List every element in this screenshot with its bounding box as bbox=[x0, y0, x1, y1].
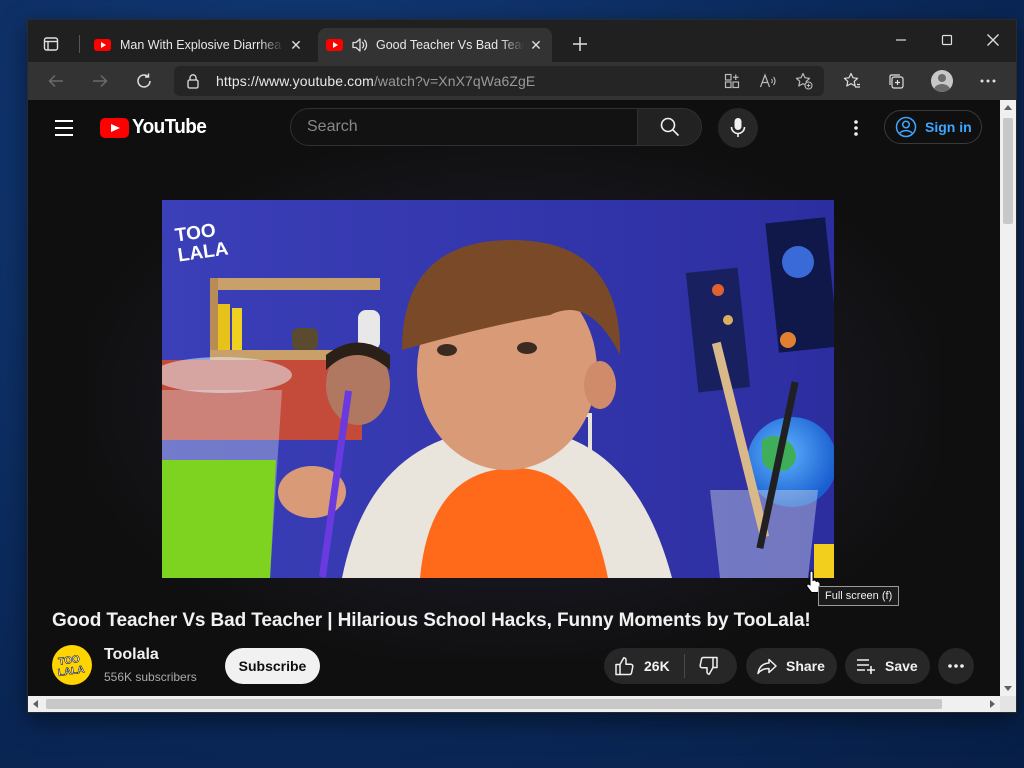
user-circle-icon bbox=[895, 116, 917, 138]
maximize-button[interactable] bbox=[924, 20, 970, 60]
scroll-right-icon[interactable] bbox=[990, 700, 995, 708]
video-frame: TOO LALA bbox=[162, 200, 834, 578]
app-available-icon[interactable] bbox=[721, 70, 743, 92]
like-dislike-group: 26K bbox=[604, 648, 737, 684]
channel-name[interactable]: Toolala bbox=[104, 646, 159, 664]
settings-menu-icon[interactable] bbox=[974, 67, 1002, 95]
back-button[interactable] bbox=[42, 67, 70, 95]
url-text[interactable]: https://www.youtube.com/watch?v=XnX7qWa6… bbox=[216, 73, 535, 89]
youtube-logo[interactable]: YouTube bbox=[100, 116, 207, 139]
tab-good-teacher[interactable]: Good Teacher Vs Bad Teacher ✕ bbox=[318, 28, 552, 62]
svg-text:LALA: LALA bbox=[57, 664, 85, 679]
search-icon bbox=[660, 117, 679, 137]
more-actions-button[interactable] bbox=[938, 648, 974, 684]
tab-title: Good Teacher Vs Bad Teacher bbox=[376, 38, 524, 52]
like-count: 26K bbox=[644, 658, 670, 674]
playlist-add-icon bbox=[857, 659, 875, 674]
page-viewport: YouTube Sign in bbox=[28, 100, 1000, 696]
youtube-icon bbox=[94, 39, 111, 51]
scrollbar-corner bbox=[1000, 696, 1016, 712]
sign-in-button[interactable]: Sign in bbox=[884, 110, 982, 144]
share-label: Share bbox=[786, 658, 825, 674]
youtube-icon bbox=[326, 39, 343, 51]
lock-icon[interactable] bbox=[186, 73, 200, 94]
share-icon bbox=[757, 658, 777, 675]
channel-avatar[interactable]: TOO LALA bbox=[52, 645, 92, 685]
microphone-icon bbox=[730, 118, 746, 137]
dislike-button[interactable] bbox=[697, 655, 719, 677]
like-separator bbox=[683, 654, 685, 678]
fullscreen-tooltip: Full screen (f) bbox=[818, 586, 900, 606]
thumbs-down-icon bbox=[699, 656, 718, 675]
subscribe-button[interactable]: Subscribe bbox=[225, 648, 320, 684]
menu-icon[interactable] bbox=[52, 116, 76, 140]
vertical-scrollbar[interactable] bbox=[1000, 100, 1016, 696]
search-box[interactable] bbox=[290, 108, 638, 146]
settings-kebab-icon[interactable] bbox=[844, 116, 868, 140]
speaker-icon[interactable] bbox=[351, 37, 369, 53]
add-favorite-icon[interactable] bbox=[793, 70, 815, 92]
tab-actions-icon[interactable] bbox=[38, 31, 64, 57]
youtube-logo-icon bbox=[100, 118, 129, 138]
video-title: Good Teacher Vs Bad Teacher | Hilarious … bbox=[52, 610, 811, 631]
save-label: Save bbox=[885, 658, 918, 674]
scroll-thumb[interactable] bbox=[46, 699, 942, 709]
tab-man-with-explosive[interactable]: Man With Explosive Diarrhea Mauls ✕ bbox=[86, 28, 312, 62]
tab-separator bbox=[79, 35, 80, 53]
save-button[interactable]: Save bbox=[845, 648, 930, 684]
new-tab-button[interactable] bbox=[568, 32, 592, 56]
refresh-button[interactable] bbox=[130, 67, 158, 95]
close-tab-icon[interactable]: ✕ bbox=[524, 33, 548, 57]
avatar bbox=[931, 70, 953, 92]
browser-toolbar: https://www.youtube.com/watch?v=XnX7qWa6… bbox=[28, 62, 1016, 100]
horizontal-scrollbar[interactable] bbox=[28, 696, 1000, 712]
voice-search-button[interactable] bbox=[718, 108, 758, 148]
scroll-up-icon[interactable] bbox=[1004, 105, 1012, 110]
url-host: https://www.youtube.com bbox=[216, 73, 374, 89]
browser-window: Man With Explosive Diarrhea Mauls ✕ Good… bbox=[28, 20, 1016, 712]
tab-title: Man With Explosive Diarrhea Mauls bbox=[120, 38, 284, 52]
thumbs-up-icon bbox=[615, 657, 634, 676]
close-tab-icon[interactable]: ✕ bbox=[284, 33, 308, 57]
youtube-logo-text: YouTube bbox=[132, 116, 207, 139]
url-path: /watch?v=XnX7qWa6ZgE bbox=[373, 73, 536, 89]
like-button[interactable]: 26K bbox=[604, 655, 670, 677]
scroll-down-icon[interactable] bbox=[1004, 686, 1012, 691]
youtube-masthead: YouTube Sign in bbox=[28, 100, 1000, 156]
forward-button[interactable] bbox=[86, 67, 114, 95]
share-button[interactable]: Share bbox=[746, 648, 837, 684]
search-input[interactable] bbox=[305, 117, 629, 137]
collections-icon[interactable] bbox=[882, 67, 910, 95]
subscriber-count: 556K subscribers bbox=[104, 670, 197, 684]
close-window-button[interactable] bbox=[970, 20, 1016, 60]
search-button[interactable] bbox=[638, 108, 702, 146]
more-horizontal-icon bbox=[948, 664, 964, 668]
favorites-icon[interactable] bbox=[838, 67, 866, 95]
read-aloud-icon[interactable] bbox=[757, 70, 779, 92]
sign-in-label: Sign in bbox=[925, 119, 972, 135]
profile-icon[interactable] bbox=[928, 67, 956, 95]
address-bar[interactable]: https://www.youtube.com/watch?v=XnX7qWa6… bbox=[174, 66, 824, 96]
video-player[interactable]: TOO LALA bbox=[162, 200, 834, 578]
scroll-left-icon[interactable] bbox=[33, 700, 38, 708]
minimize-button[interactable] bbox=[878, 20, 924, 60]
scroll-thumb[interactable] bbox=[1003, 118, 1013, 224]
tab-strip: Man With Explosive Diarrhea Mauls ✕ Good… bbox=[28, 20, 1016, 62]
